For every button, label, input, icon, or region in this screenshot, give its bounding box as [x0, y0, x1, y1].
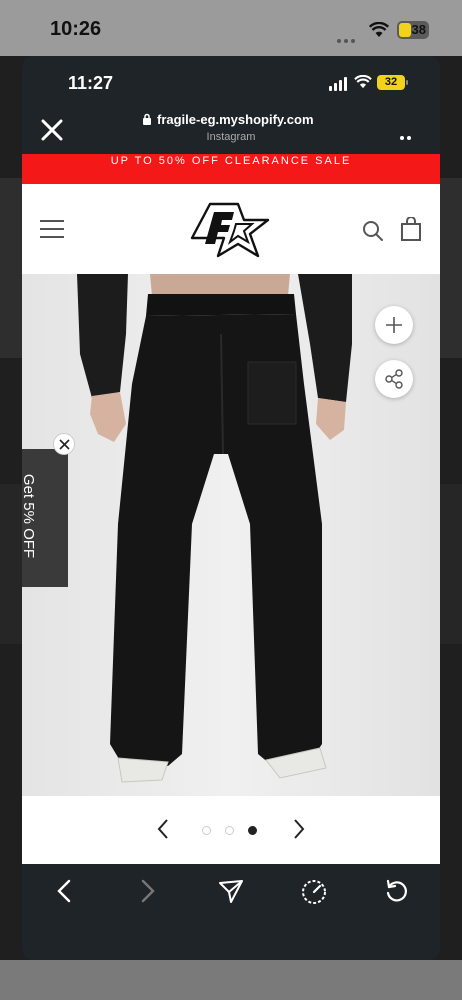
battery-indicator: 38	[397, 21, 429, 39]
plus-icon	[386, 317, 402, 333]
cellular-dots-icon	[337, 30, 363, 61]
bottom-background	[0, 960, 462, 1000]
shopping-bag-icon[interactable]	[400, 217, 422, 241]
chevron-right-icon[interactable]	[292, 818, 306, 840]
discount-tab-label: Get 5% OFF	[22, 473, 37, 559]
close-icon	[59, 439, 70, 450]
back-arrow-icon[interactable]	[56, 878, 72, 904]
speed-gauge-icon[interactable]	[300, 878, 328, 906]
lock-icon	[143, 113, 151, 125]
discount-popup-tab[interactable]: Get 5% OFF	[22, 449, 68, 587]
signal-icon	[329, 77, 349, 91]
wifi-icon	[354, 75, 372, 89]
inner-status-bar: 11:27 32	[22, 56, 440, 100]
zoom-button[interactable]	[375, 306, 413, 344]
battery-indicator: 32	[377, 75, 405, 90]
hamburger-menu-icon[interactable]	[40, 220, 64, 238]
share-icon	[385, 369, 403, 389]
inner-clock: 11:27	[68, 73, 114, 93]
outer-status-bar: 10:26 38	[0, 0, 462, 61]
share-button[interactable]	[375, 360, 413, 398]
battery-percent: 32	[384, 76, 398, 88]
product-photo-black-pants[interactable]	[22, 274, 440, 796]
discount-tab-close-button[interactable]	[53, 433, 75, 455]
forward-arrow-icon	[141, 879, 155, 903]
browser-toolbar	[22, 864, 440, 960]
outer-clock: 10:26	[50, 18, 102, 40]
product-gallery: Get 5% OFF	[22, 274, 440, 864]
wifi-icon	[369, 22, 389, 37]
send-icon[interactable]	[218, 878, 244, 904]
url-label[interactable]: fragile-eg.myshopify.com	[142, 112, 342, 127]
in-app-browser: 11:27 32 fragile-eg.myshopify.com Instag…	[22, 56, 440, 960]
browser-header: fragile-eg.myshopify.com Instagram	[22, 100, 440, 158]
search-icon[interactable]	[362, 220, 384, 242]
url-text: fragile-eg.myshopify.com	[157, 112, 314, 127]
battery-tip	[406, 80, 408, 85]
more-options-icon[interactable]	[400, 127, 420, 158]
image-carousel-controls	[22, 796, 440, 864]
battery-percent: 38	[411, 22, 426, 37]
fragile-logo[interactable]	[188, 200, 272, 260]
carousel-dot[interactable]	[202, 826, 211, 835]
sale-banner[interactable]: UP TO 50% OFF CLEARANCE SALE	[22, 154, 440, 184]
source-label: Instagram	[206, 131, 256, 143]
shop-header	[22, 184, 440, 274]
chevron-left-icon[interactable]	[156, 818, 170, 840]
carousel-dot[interactable]	[225, 826, 234, 835]
reload-icon[interactable]	[384, 878, 410, 904]
carousel-dot-active[interactable]	[248, 826, 257, 835]
